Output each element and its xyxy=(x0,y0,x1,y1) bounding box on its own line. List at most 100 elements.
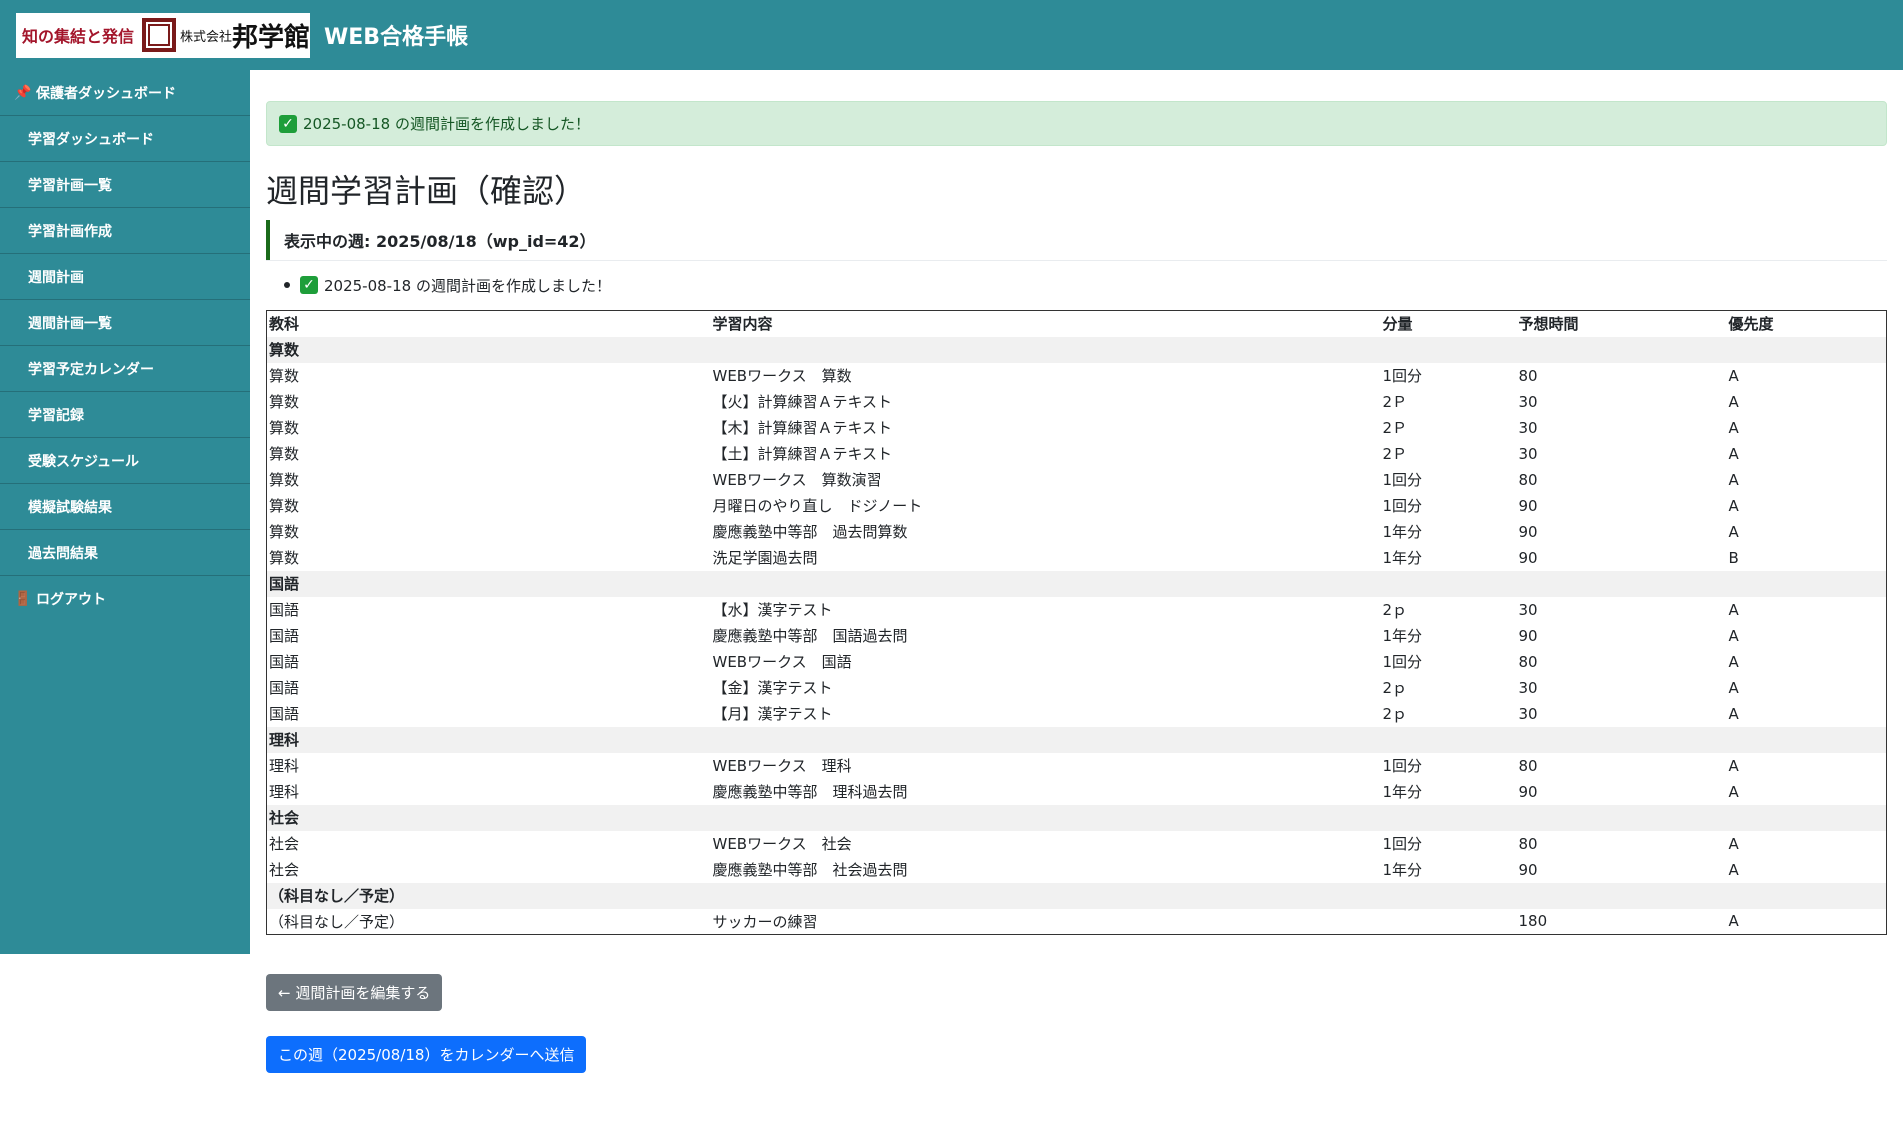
group-label: 社会 xyxy=(266,804,1887,831)
sidebar-item-parent-dashboard[interactable]: 📌 保護者ダッシュボード xyxy=(0,70,250,116)
sidebar-item-label: 週間計画一覧 xyxy=(28,315,112,332)
cell-amount: 1回分 xyxy=(1382,653,1423,671)
column-header-content: 学習内容 xyxy=(712,315,773,334)
cell-estimated-time: 180 xyxy=(1518,912,1548,931)
cell-content: 慶應義塾中等部 国語過去問 xyxy=(712,627,908,645)
cell-content: WEBワークス 算数 xyxy=(712,367,852,385)
cell-content: 慶應義塾中等部 理科過去問 xyxy=(712,783,908,801)
cell-priority: A xyxy=(1728,626,1739,645)
cell-priority: A xyxy=(1728,834,1739,853)
table-row: 算数 洗足学園過去問 1年分 90 B xyxy=(267,545,1887,571)
cell-amount: 1回分 xyxy=(1382,835,1423,853)
cell-subject: 算数 xyxy=(269,445,300,463)
sidebar-item-label: 学習記録 xyxy=(28,407,84,424)
cell-content: 【木】計算練習Ａテキスト xyxy=(712,419,893,437)
sidebar-item-study-calendar[interactable]: 学習予定カレンダー xyxy=(0,346,250,392)
table-group-row: 社会 xyxy=(266,804,1887,831)
table-group-row: 算数 xyxy=(266,336,1887,363)
cell-subject: 理科 xyxy=(269,783,300,801)
sidebar: 📌 保護者ダッシュボード 学習ダッシュボード 学習計画一覧 学習計画作成 週間計… xyxy=(0,70,250,954)
cell-estimated-time: 90 xyxy=(1518,782,1538,801)
cell-amount: 2Ｐ xyxy=(1382,419,1408,437)
cell-priority: A xyxy=(1728,444,1739,463)
sidebar-item-label: 週間計画 xyxy=(28,269,84,286)
sidebar-item-weekly-plan-list[interactable]: 週間計画一覧 xyxy=(0,300,250,346)
cell-priority: A xyxy=(1728,392,1739,411)
cell-amount: 2ｐ xyxy=(1382,679,1408,697)
sidebar-item-study-records[interactable]: 学習記録 xyxy=(0,392,250,438)
sidebar-item-study-plan-list[interactable]: 学習計画一覧 xyxy=(0,162,250,208)
cell-content: 慶應義塾中等部 過去問算数 xyxy=(712,523,908,541)
column-header-priority: 優先度 xyxy=(1728,315,1774,334)
cell-priority: A xyxy=(1728,652,1739,671)
message-list: ✓ 2025-08-18 の週間計画を作成しました！ xyxy=(266,270,1887,300)
cell-subject: 社会 xyxy=(269,835,300,853)
message-item: 2025-08-18 の週間計画を作成しました！ xyxy=(324,276,611,295)
cell-content: WEBワークス 算数演習 xyxy=(712,471,882,489)
cell-estimated-time: 30 xyxy=(1518,600,1538,619)
sidebar-item-label: 学習予定カレンダー xyxy=(28,361,154,378)
cell-subject: 算数 xyxy=(269,497,300,515)
logo-company-name: 邦学館 xyxy=(232,22,311,53)
table-group-row: 理科 xyxy=(266,726,1887,753)
cell-content: 【水】漢字テスト xyxy=(712,601,833,619)
cell-subject: 国語 xyxy=(269,627,300,645)
cell-priority: A xyxy=(1728,366,1739,385)
cell-subject: 理科 xyxy=(269,757,300,775)
cell-subject: 社会 xyxy=(269,861,300,879)
cell-subject: 算数 xyxy=(269,471,300,489)
company-logo[interactable]: 知の集結と発信 株式会社 邦学館 xyxy=(16,12,311,58)
cell-amount: 1回分 xyxy=(1382,471,1423,489)
sidebar-item-label: 保護者ダッシュボード xyxy=(36,85,176,102)
cell-amount: 2Ｐ xyxy=(1382,393,1408,411)
cell-amount: 1年分 xyxy=(1382,523,1423,541)
sidebar-item-logout[interactable]: 🚪 ログアウト xyxy=(0,576,250,622)
cell-content: 月曜日のやり直し ドジノート xyxy=(712,497,923,515)
alert-text: 2025-08-18 の週間計画を作成しました！ xyxy=(303,115,590,133)
table-row: 算数 WEBワークス 算数演習 1回分 80 A xyxy=(267,467,1887,493)
sidebar-item-study-dashboard[interactable]: 学習ダッシュボード xyxy=(0,116,250,162)
table-row: 国語 WEBワークス 国語 1回分 80 A xyxy=(267,649,1887,675)
cell-content: WEBワークス 社会 xyxy=(712,835,852,853)
table-body: 算数 算数 WEBワークス 算数 1回分 80 A 算数 【火】計算練習Ａテキスト 2Ｐ 30 A 算… xyxy=(266,336,1887,935)
group-label: （科目なし／予定） xyxy=(266,882,1887,909)
bullet-icon xyxy=(284,282,290,288)
sidebar-item-weekly-plan[interactable]: 週間計画 xyxy=(0,254,250,300)
table-row: 国語 慶應義塾中等部 国語過去問 1年分 90 A xyxy=(267,623,1887,649)
cell-estimated-time: 30 xyxy=(1518,678,1538,697)
sidebar-item-past-exam-results[interactable]: 過去問結果 xyxy=(0,530,250,576)
pushpin-icon: 📌 xyxy=(14,84,32,101)
cell-estimated-time: 80 xyxy=(1518,470,1538,489)
cell-subject: 算数 xyxy=(269,419,300,437)
sidebar-item-exam-schedule[interactable]: 受験スケジュール xyxy=(0,438,250,484)
edit-weekly-plan-button[interactable]: ← 週間計画を編集する xyxy=(266,974,443,1011)
check-icon: ✓ xyxy=(279,114,297,133)
sidebar-item-mock-exam-results[interactable]: 模擬試験結果 xyxy=(0,484,250,530)
sidebar-item-study-plan-create[interactable]: 学習計画作成 xyxy=(0,208,250,254)
cell-estimated-time: 90 xyxy=(1518,548,1538,567)
cell-content: WEBワークス 国語 xyxy=(712,653,852,671)
cell-priority: A xyxy=(1728,600,1739,619)
sidebar-item-label: 学習計画一覧 xyxy=(28,177,112,194)
main-content: ✓ 2025-08-18 の週間計画を作成しました！ 週間学習計画（確認） 表示… xyxy=(266,70,1887,1073)
cell-estimated-time: 90 xyxy=(1518,522,1538,541)
cell-subject: 国語 xyxy=(269,653,300,671)
door-icon: 🚪 xyxy=(14,591,32,607)
send-to-calendar-button[interactable]: この週（2025/08/18）をカレンダーへ送信 xyxy=(266,1036,587,1073)
table-row: 算数 月曜日のやり直し ドジノート 1回分 90 A xyxy=(267,493,1887,519)
logo-company-prefix: 株式会社 xyxy=(180,29,233,45)
cell-estimated-time: 80 xyxy=(1518,366,1538,385)
cell-amount: 2Ｐ xyxy=(1382,445,1408,463)
cell-subject: （科目なし／予定） xyxy=(269,912,405,931)
group-label: 理科 xyxy=(266,726,1887,753)
cell-amount: 1回分 xyxy=(1382,497,1423,515)
table-row: （科目なし／予定） サッカーの練習 180 A xyxy=(267,909,1887,935)
table-row: 算数 WEBワークス 算数 1回分 80 A xyxy=(267,363,1887,389)
sidebar-item-label: 受験スケジュール xyxy=(28,453,140,470)
cell-estimated-time: 30 xyxy=(1518,704,1538,723)
table-header-row: 教科 学習内容 分量 予想時間 優先度 xyxy=(267,311,1887,337)
sidebar-item-label: 学習計画作成 xyxy=(28,223,112,240)
table-row: 理科 慶應義塾中等部 理科過去問 1年分 90 A xyxy=(267,779,1887,805)
table-row: 算数 【木】計算練習Ａテキスト 2Ｐ 30 A xyxy=(267,415,1887,441)
app-title: WEB合格手帳 xyxy=(324,25,469,50)
